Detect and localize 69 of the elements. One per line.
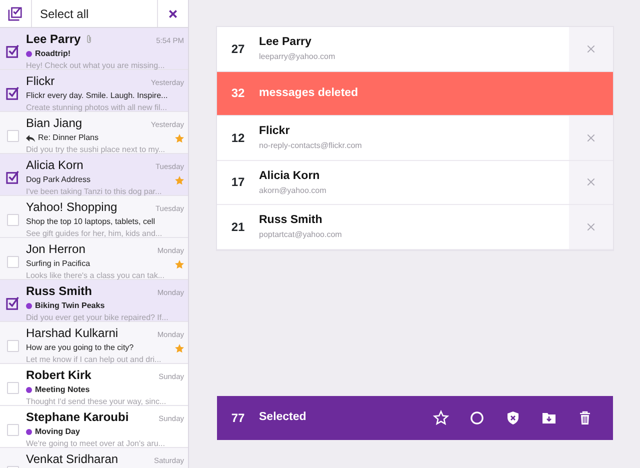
select-all-label: Select all [39, 6, 90, 22]
sender-name: Lee Parry [259, 35, 312, 50]
sender-email: leeparry@yahoo.com [259, 51, 336, 64]
sender-name: Harshad Kulkarni [26, 325, 118, 342]
checkbox[interactable] [7, 256, 19, 268]
checkbox[interactable] [6, 170, 20, 185]
message-subject: Moving Day [35, 426, 80, 438]
message-subject: Biking Twin Peaks [35, 300, 105, 312]
close-icon [586, 222, 596, 232]
close-icon [586, 132, 596, 143]
sender-email: no-reply-contacts@flickr.com [259, 140, 363, 152]
sender-name: Yahoo! Shopping [26, 199, 118, 216]
sender-name: Russ Smith [26, 283, 92, 300]
deleted-count: 32 [230, 85, 246, 102]
message-preview: Did you ever get your bike repaired? If... [26, 312, 170, 324]
selected-count: 77 [230, 410, 246, 427]
trash-icon [577, 410, 593, 426]
message-subject: Surfing in Pacifica [26, 258, 90, 270]
message-preview: Let me know if I can help out and dri... [26, 354, 162, 366]
sender-name: Russ Smith [259, 213, 324, 228]
message-preview: Thought I'd send these your way, sinc... [26, 396, 168, 408]
checkbox[interactable] [6, 296, 20, 311]
sender-name: Robert Kirk [26, 367, 92, 384]
circle-icon [469, 410, 485, 426]
checkbox[interactable] [6, 86, 20, 101]
checkbox[interactable] [7, 340, 19, 352]
checkbox[interactable] [6, 44, 20, 59]
close-icon [168, 8, 178, 18]
message-preview: Hey! Check out what you are missing... [26, 60, 166, 72]
message-preview: Did you try the sushi place next to my... [26, 144, 166, 156]
message-count: 12 [230, 130, 246, 147]
sender-name: Flickr [259, 124, 291, 140]
sender-name: Bian Jiang [26, 115, 82, 132]
selected-label: Selected [259, 410, 308, 426]
message-count: 17 [230, 174, 246, 192]
sender-name: Stephane Karoubi [26, 409, 129, 426]
checkbox[interactable] [7, 382, 19, 394]
message-preview: I've been taking Tanzi to this dog par... [26, 186, 163, 198]
checkbox[interactable] [7, 424, 19, 436]
message-subject: Roadtrip! [35, 48, 71, 60]
folder-icon [541, 410, 557, 426]
sender-name: Flickr [26, 73, 55, 90]
message-count: 27 [230, 40, 246, 58]
message-count: 21 [230, 218, 246, 236]
close-icon [586, 177, 596, 188]
select-all-icon[interactable] [8, 6, 23, 21]
sender-name: Jon Herron [26, 241, 86, 258]
message-subject: Meeting Notes [35, 384, 90, 396]
star-icon [433, 410, 449, 426]
sender-name: Venkat Sridharan [26, 451, 118, 468]
checkbox[interactable] [7, 130, 19, 142]
message-preview: Looks like there's a class you can tak... [26, 270, 166, 282]
sender-name: Alicia Korn [26, 157, 84, 174]
message-subject: Dog Park Address [26, 174, 90, 186]
message-subject: Shop the top 10 laptops, tablets, cell [26, 216, 155, 228]
message-subject: How are you going to the city? [26, 342, 134, 354]
sender-name: Alicia Korn [259, 168, 321, 184]
message-preview: We're going to meet over at Jon's aru... [26, 438, 166, 450]
sender-name: Lee Parry [26, 31, 81, 48]
shield-icon [505, 410, 521, 426]
sender-email: poptartcat@yahoo.com [259, 229, 343, 242]
message-subject: Re: Dinner Plans [38, 132, 98, 144]
message-subject: Flickr every day. Smile. Laugh. Inspire... [26, 90, 168, 102]
message-preview: Create stunning photos with all new fil... [26, 102, 168, 114]
close-icon [586, 44, 596, 54]
message-preview: See gift guides for her, him, kids and... [26, 228, 164, 240]
sender-email: akorn@yahoo.com [259, 184, 328, 197]
deleted-message: messages deleted [259, 86, 358, 101]
checkbox[interactable] [7, 214, 19, 226]
